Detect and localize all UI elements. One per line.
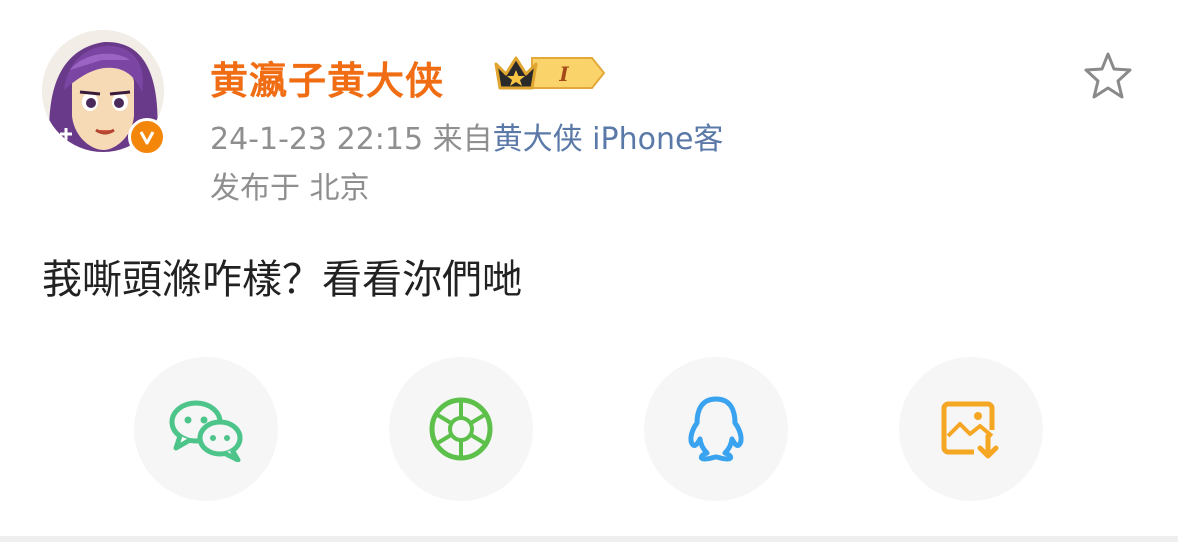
post-source-link[interactable]: 黄大侠 iPhone客 — [493, 122, 724, 157]
save-image-icon — [941, 401, 999, 459]
favorite-star-icon[interactable] — [1080, 50, 1136, 106]
post-text: 莪嘶頭滌咋樣？看看沵們哋 — [42, 257, 522, 303]
post-meta: 24-1-23 22:15 来自黄大侠 iPhone客 — [210, 114, 870, 158]
meta-fade-overlay — [800, 112, 870, 154]
post-date: 24-1-23 22:15 — [210, 122, 424, 157]
share-wechat-button[interactable] — [134, 357, 278, 501]
post-location: 发布于 北京 — [210, 171, 370, 206]
share-moments-button[interactable] — [389, 357, 533, 501]
moments-icon — [429, 397, 493, 461]
bottom-divider — [0, 536, 1178, 542]
vip-crown-badge-icon[interactable]: I — [492, 50, 610, 100]
vip-level-label: I — [558, 62, 569, 86]
qq-icon — [688, 396, 744, 462]
username[interactable]: 黄瀛子黄大侠 — [210, 50, 444, 105]
wechat-icon — [169, 400, 243, 462]
verified-badge-icon — [128, 118, 166, 156]
save-image-button[interactable] — [899, 357, 1043, 501]
source-prefix: 来自 — [432, 122, 493, 157]
share-qq-button[interactable] — [644, 357, 788, 501]
